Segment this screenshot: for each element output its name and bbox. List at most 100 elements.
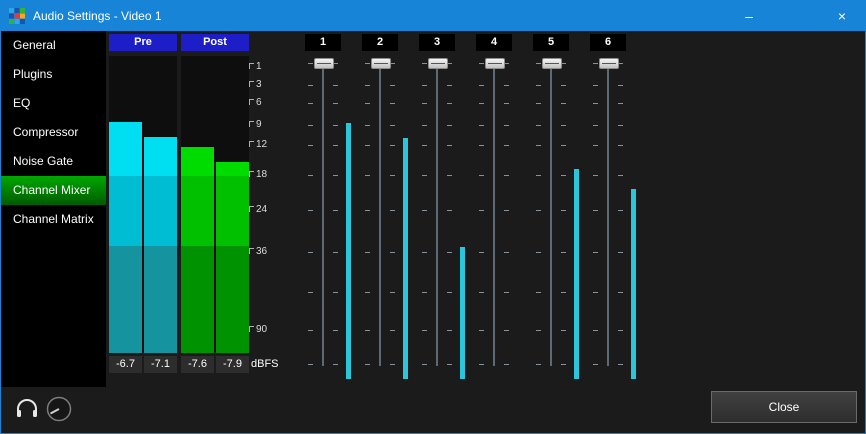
slider-handle-groove [545,63,559,64]
slider-tick [504,252,509,253]
slider-tick [618,210,623,211]
slider-tick [479,145,484,146]
scale-number: 90 [256,324,267,335]
slider-tick [618,252,623,253]
slider-tick [308,364,313,365]
slider-tick [333,175,338,176]
slider-tick [447,210,452,211]
channel-6-slider-handle[interactable] [599,58,619,69]
scale-number: 36 [256,246,267,257]
slider-tick [365,125,370,126]
slider-tick [593,364,598,365]
slider-tick [536,252,541,253]
channel-1-slider-handle[interactable] [314,58,334,69]
channel-1-slider-track[interactable] [322,63,324,366]
scale-tick-icon [249,121,254,127]
channel-4-slider-track[interactable] [493,63,495,366]
slider-tick [561,145,566,146]
app-icon [9,8,25,24]
slider-tick [308,175,313,176]
sidebar-item-channel-matrix[interactable]: Channel Matrix [1,205,106,234]
slider-tick [390,85,395,86]
close-window-button[interactable]: × [819,1,865,31]
slider-tick [536,85,541,86]
slider-tick [333,145,338,146]
slider-tick [365,292,370,293]
scale-tick-icon [249,326,254,332]
slider-tick [479,175,484,176]
scale-label-90: 90 [249,325,267,335]
slider-tick [390,330,395,331]
slider-tick [618,330,623,331]
sidebar: GeneralPluginsEQCompressorNoise GateChan… [1,31,106,387]
slider-tick [333,125,338,126]
sidebar-item-noise-gate[interactable]: Noise Gate [1,147,106,176]
channel-3-slider-handle[interactable] [428,58,448,69]
slider-tick [447,292,452,293]
slider-tick [390,364,395,365]
channel-4-slider-handle[interactable] [485,58,505,69]
meter-value-readout: -6.7 [109,356,142,373]
post-meter-bar-2 [216,162,249,353]
slider-tick [447,330,452,331]
meter-value-readout: -7.6 [181,356,214,373]
channel-number-2: 2 [362,34,398,51]
channel-5-slider-handle[interactable] [542,58,562,69]
scale-number: 9 [256,119,262,130]
sidebar-item-eq[interactable]: EQ [1,89,106,118]
slider-tick [308,103,313,104]
channel-3-slider-track[interactable] [436,63,438,366]
slider-tick [536,330,541,331]
scale-tick-icon [249,63,254,69]
channel-1-level-meter [346,123,351,379]
channel-6-slider-track[interactable] [607,63,609,366]
slider-tick [536,364,541,365]
sidebar-item-general[interactable]: General [1,31,106,60]
slider-tick [593,292,598,293]
slider-tick [390,103,395,104]
slider-tick [308,292,313,293]
channel-number-1: 1 [305,34,341,51]
channel-2-level-meter [403,138,408,379]
minimize-button[interactable]: – [726,1,772,31]
sidebar-item-compressor[interactable]: Compressor [1,118,106,147]
slider-tick [365,364,370,365]
slider-tick [333,292,338,293]
slider-tick [422,364,427,365]
scale-number: 1 [256,61,262,72]
scale-label-6: 6 [249,98,262,108]
channel-2-slider-track[interactable] [379,63,381,366]
slider-tick [447,125,452,126]
sidebar-item-plugins[interactable]: Plugins [1,60,106,89]
slider-tick [333,85,338,86]
headphones-icon[interactable] [15,398,39,420]
slider-tick [561,103,566,104]
titlebar: Audio Settings - Video 1 – × [1,1,865,31]
slider-tick [593,210,598,211]
slider-handle-groove [602,63,616,64]
sidebar-item-channel-mixer[interactable]: Channel Mixer [1,176,106,205]
close-button[interactable]: Close [711,391,857,423]
headphone-volume-knob[interactable] [45,395,73,423]
slider-tick [536,175,541,176]
slider-handle-groove [488,63,502,64]
slider-tick [504,125,509,126]
slider-tick [365,63,370,64]
channel-number-3: 3 [419,34,455,51]
scale-tick-icon [249,206,254,212]
channel-6-level-meter [631,189,636,379]
slider-tick [333,210,338,211]
slider-tick [561,210,566,211]
scale-label-9: 9 [249,120,262,130]
channel-2-slider-handle[interactable] [371,58,391,69]
slider-tick [390,145,395,146]
slider-tick [390,292,395,293]
scale-label-3: 3 [249,80,262,90]
slider-tick [390,175,395,176]
channel-5-slider-track[interactable] [550,63,552,366]
slider-tick [504,145,509,146]
pre-meter-bar-2 [144,137,177,353]
slider-tick [618,292,623,293]
slider-tick [447,85,452,86]
slider-tick [308,210,313,211]
